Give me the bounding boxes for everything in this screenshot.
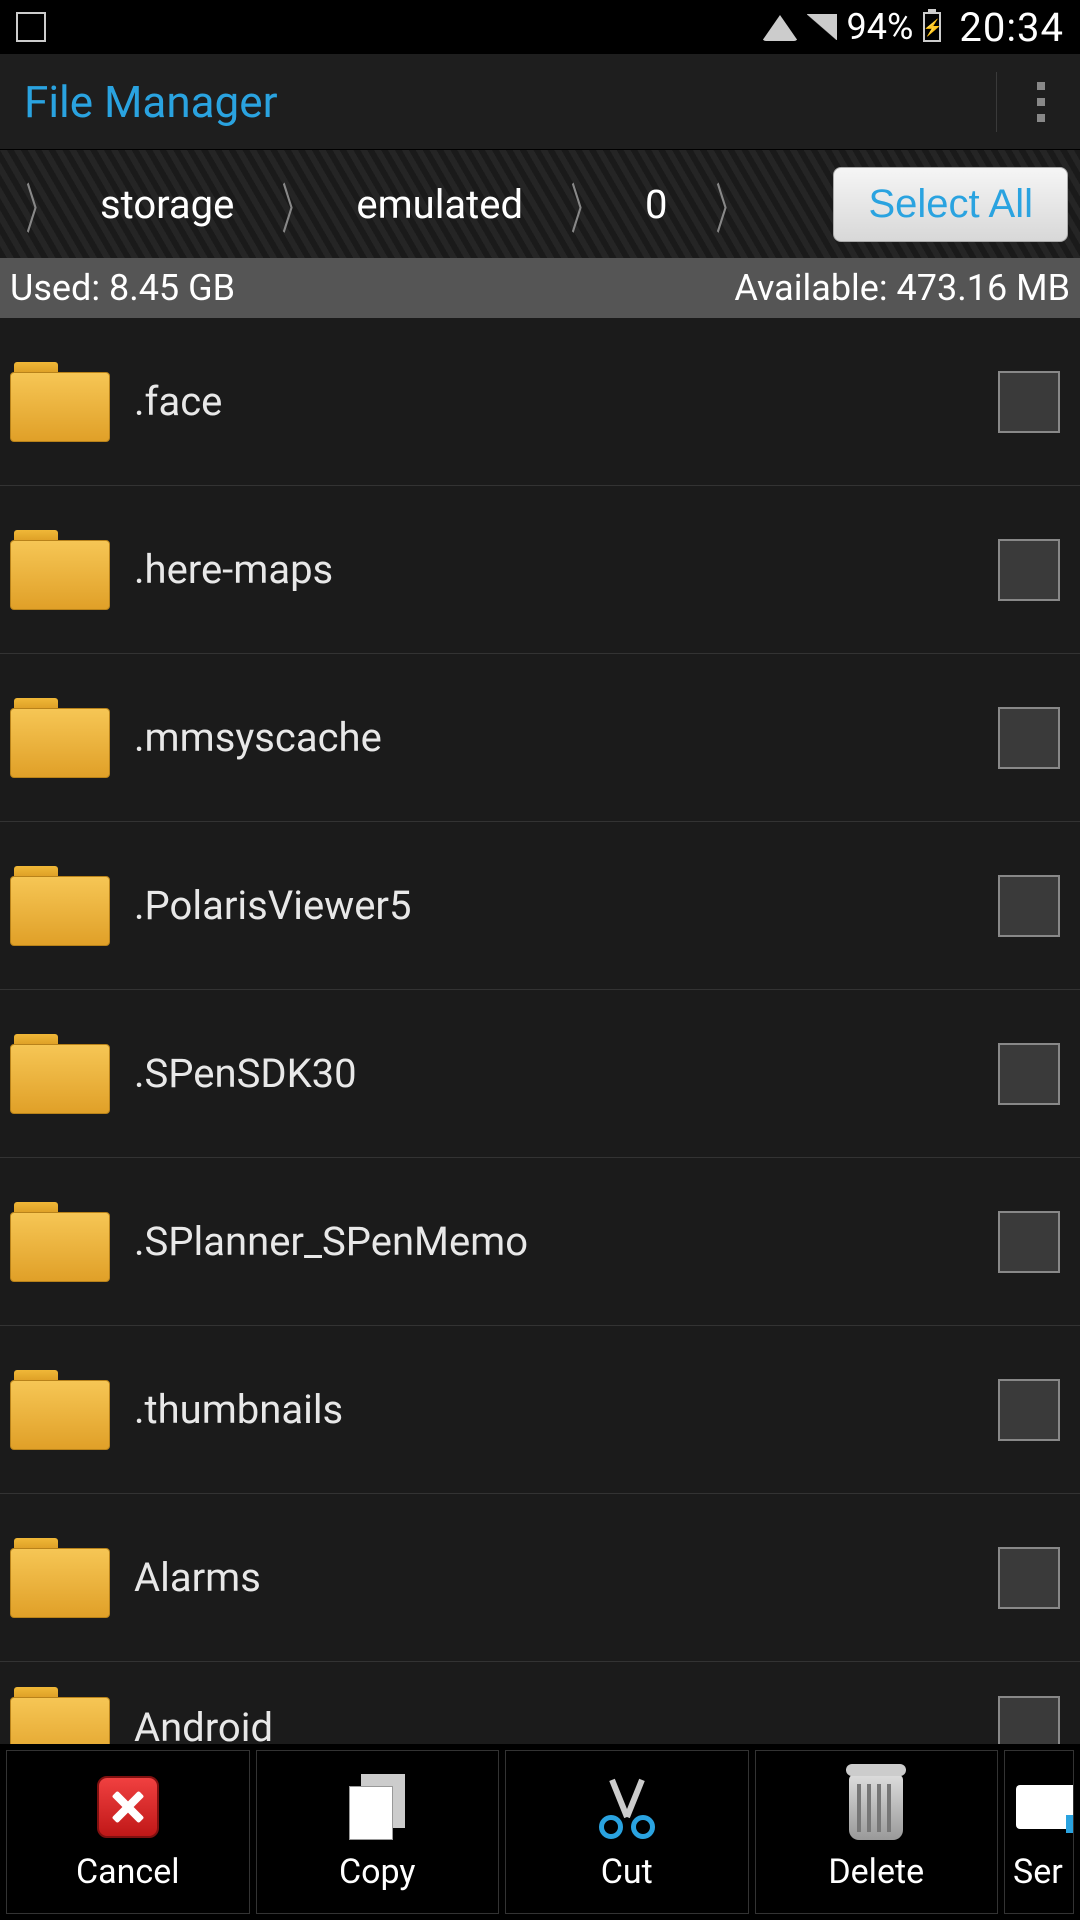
bottom-toolbar: Cancel Copy Cut Delete Ser <box>0 1744 1080 1920</box>
delete-label: Delete <box>828 1852 924 1892</box>
folder-icon <box>10 1202 110 1282</box>
list-item[interactable]: .SPenSDK30 <box>0 990 1080 1158</box>
app-bar: File Manager <box>0 54 1080 150</box>
delete-button[interactable]: Delete <box>755 1750 999 1914</box>
copy-label: Copy <box>339 1852 416 1892</box>
folder-icon <box>10 530 110 610</box>
checkbox[interactable] <box>998 1211 1060 1273</box>
list-item[interactable]: .mmsyscache <box>0 654 1080 822</box>
file-list: .face .here-maps .mmsyscache .PolarisVie… <box>0 318 1080 1792</box>
send-button[interactable]: Ser <box>1004 1750 1074 1914</box>
storage-info-bar: Used: 8.45 GB Available: 473.16 MB <box>0 258 1080 318</box>
checkbox[interactable] <box>998 875 1060 937</box>
list-item[interactable]: .thumbnails <box>0 1326 1080 1494</box>
trash-icon <box>849 1774 903 1840</box>
envelope-icon <box>1016 1785 1074 1829</box>
checkbox[interactable] <box>998 707 1060 769</box>
chevron-icon: 〉 <box>715 165 742 244</box>
folder-icon <box>10 1034 110 1114</box>
status-bar: 94% 20:34 <box>0 0 1080 54</box>
chevron-icon: 〉 <box>282 165 309 244</box>
list-item[interactable]: .SPlanner_SPenMemo <box>0 1158 1080 1326</box>
cut-button[interactable]: Cut <box>505 1750 749 1914</box>
app-title: File Manager <box>24 76 996 128</box>
file-name: .face <box>134 378 974 425</box>
list-item[interactable]: .face <box>0 318 1080 486</box>
storage-used-label: Used: 8.45 GB <box>10 267 734 309</box>
checkbox[interactable] <box>998 1379 1060 1441</box>
cancel-icon <box>97 1776 159 1838</box>
storage-available-label: Available: 473.16 MB <box>734 267 1070 309</box>
file-name: .SPlanner_SPenMemo <box>134 1218 974 1265</box>
signal-icon <box>807 14 837 40</box>
file-name: .thumbnails <box>134 1386 974 1433</box>
overflow-menu-button[interactable] <box>996 72 1056 132</box>
file-name: Alarms <box>134 1554 974 1601</box>
checkbox[interactable] <box>998 539 1060 601</box>
wifi-icon <box>763 13 797 41</box>
cancel-label: Cancel <box>76 1852 180 1892</box>
checkbox[interactable] <box>998 1547 1060 1609</box>
file-name: .here-maps <box>134 546 974 593</box>
checkbox[interactable] <box>998 371 1060 433</box>
list-item[interactable]: .here-maps <box>0 486 1080 654</box>
list-item[interactable]: .PolarisViewer5 <box>0 822 1080 990</box>
cut-label: Cut <box>601 1852 653 1892</box>
breadcrumb-row: 〉 storage 〉 emulated 〉 0 〉 Select All <box>0 150 1080 258</box>
breadcrumb-emulated[interactable]: emulated <box>322 181 557 228</box>
picture-icon <box>16 12 46 42</box>
cancel-button[interactable]: Cancel <box>6 1750 250 1914</box>
list-item[interactable]: Alarms <box>0 1494 1080 1662</box>
folder-icon <box>10 698 110 778</box>
chevron-icon: 〉 <box>571 165 598 244</box>
copy-icon <box>349 1774 405 1840</box>
file-name: .mmsyscache <box>134 714 974 761</box>
chevron-icon: 〉 <box>26 165 53 244</box>
battery-icon <box>923 12 941 42</box>
select-all-button[interactable]: Select All <box>833 167 1068 242</box>
folder-icon <box>10 1370 110 1450</box>
folder-icon <box>10 866 110 946</box>
checkbox[interactable] <box>998 1043 1060 1105</box>
breadcrumb-storage[interactable]: storage <box>66 181 268 228</box>
file-name: .PolarisViewer5 <box>134 882 974 929</box>
folder-icon <box>10 362 110 442</box>
folder-icon <box>10 1538 110 1618</box>
send-label: Ser <box>1013 1852 1063 1892</box>
breadcrumb-0[interactable]: 0 <box>611 181 701 228</box>
copy-button[interactable]: Copy <box>256 1750 500 1914</box>
clock: 20:34 <box>959 4 1064 51</box>
battery-percent: 94% <box>847 6 914 48</box>
file-name: .SPenSDK30 <box>134 1050 974 1097</box>
scissors-icon <box>593 1773 661 1841</box>
